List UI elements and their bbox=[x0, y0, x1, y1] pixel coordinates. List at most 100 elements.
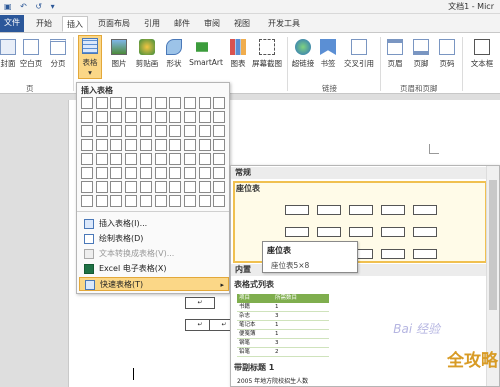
table-grid-cell[interactable] bbox=[95, 167, 108, 179]
blank-page-button[interactable]: 空白页 bbox=[18, 37, 44, 69]
table-grid-cell[interactable] bbox=[198, 139, 211, 151]
table-grid-cell[interactable] bbox=[81, 153, 93, 165]
table-grid-cell[interactable] bbox=[154, 111, 167, 123]
table-grid-cell[interactable] bbox=[169, 125, 182, 137]
table-grid-cell[interactable] bbox=[125, 167, 138, 179]
tab-home[interactable]: 开始 bbox=[32, 16, 56, 32]
shapes-button[interactable]: 形状 bbox=[163, 37, 185, 69]
table-grid-cell[interactable] bbox=[198, 153, 211, 165]
table-grid-cell[interactable] bbox=[213, 111, 226, 123]
menu-item-excel-sheet[interactable]: Excel 电子表格(X) bbox=[79, 262, 229, 276]
table-grid-cell[interactable] bbox=[183, 97, 196, 109]
table-grid-cell[interactable] bbox=[125, 153, 138, 165]
table-grid-cell[interactable] bbox=[110, 167, 123, 179]
table-grid-cell[interactable] bbox=[213, 139, 226, 151]
table-grid-cell[interactable] bbox=[110, 195, 123, 207]
table-grid-cell[interactable] bbox=[139, 125, 152, 137]
table-grid-cell[interactable] bbox=[81, 125, 93, 137]
table-grid-cell[interactable] bbox=[81, 97, 93, 109]
table-grid-cell[interactable] bbox=[154, 153, 167, 165]
table-grid-cell[interactable] bbox=[213, 97, 226, 109]
table-grid-cell[interactable] bbox=[213, 153, 226, 165]
tab-insert[interactable]: 插入 bbox=[62, 16, 88, 32]
tab-page-layout[interactable]: 页面布局 bbox=[94, 16, 134, 32]
table-grid-cell[interactable] bbox=[110, 125, 123, 137]
table-grid-cell[interactable] bbox=[139, 97, 152, 109]
table-grid-cell[interactable] bbox=[81, 181, 93, 193]
table-grid-cell[interactable] bbox=[183, 181, 196, 193]
table-grid-cell[interactable] bbox=[95, 181, 108, 193]
table-grid-cell[interactable] bbox=[198, 195, 211, 207]
table-grid-cell[interactable] bbox=[154, 167, 167, 179]
table-grid-cell[interactable] bbox=[81, 195, 93, 207]
tab-review[interactable]: 审阅 bbox=[200, 16, 224, 32]
table-grid-cell[interactable] bbox=[198, 97, 211, 109]
table-grid-cell[interactable] bbox=[95, 125, 108, 137]
table-grid-cell[interactable] bbox=[110, 111, 123, 123]
table-grid-cell[interactable] bbox=[169, 139, 182, 151]
hyperlink-button[interactable]: 超链接 bbox=[290, 37, 316, 69]
footer-button[interactable]: 页脚 bbox=[410, 37, 432, 69]
gallery-item-tabular-list[interactable]: 项目 所需数目 书籍 1 杂志 3 笔记本 1 便笺簿 1 钢笔 3 铅笔 2 bbox=[237, 294, 329, 357]
menu-item-quick-tables[interactable]: 快速表格(T) ▸ bbox=[79, 277, 229, 291]
quick-access-toolbar[interactable]: ▣ ↶ ↺ ▾ bbox=[4, 2, 58, 11]
tab-view[interactable]: 视图 bbox=[230, 16, 254, 32]
table-grid-cell[interactable] bbox=[81, 167, 93, 179]
clip-art-button[interactable]: 剪贴画 bbox=[133, 37, 161, 69]
table-grid-cell[interactable] bbox=[213, 125, 226, 137]
table-grid-cell[interactable] bbox=[125, 139, 138, 151]
tab-developer[interactable]: 开发工具 bbox=[264, 16, 304, 32]
table-grid-cell[interactable] bbox=[81, 139, 93, 151]
table-grid-cell[interactable] bbox=[169, 167, 182, 179]
table-grid-cell[interactable] bbox=[125, 97, 138, 109]
table-grid-cell[interactable] bbox=[95, 111, 108, 123]
table-grid-cell[interactable] bbox=[213, 181, 226, 193]
tab-file[interactable]: 文件 bbox=[0, 15, 24, 32]
table-grid-cell[interactable] bbox=[95, 139, 108, 151]
table-grid-cell[interactable] bbox=[169, 111, 182, 123]
table-grid-cell[interactable] bbox=[81, 111, 93, 123]
table-grid-cell[interactable] bbox=[183, 125, 196, 137]
table-grid-cell[interactable] bbox=[213, 195, 226, 207]
table-grid-cell[interactable] bbox=[183, 153, 196, 165]
menu-item-draw-table[interactable]: 绘制表格(D) bbox=[79, 232, 229, 246]
menu-item-insert-table[interactable]: 插入表格(I)... bbox=[79, 217, 229, 231]
text-box-button[interactable]: 文本框 bbox=[466, 37, 498, 69]
table-grid-cell[interactable] bbox=[139, 167, 152, 179]
table-grid-cell[interactable] bbox=[139, 153, 152, 165]
table-grid-cell[interactable] bbox=[125, 181, 138, 193]
table-grid-cell[interactable] bbox=[154, 125, 167, 137]
table-grid-cell[interactable] bbox=[169, 97, 182, 109]
table-grid-cell[interactable] bbox=[125, 111, 138, 123]
table-grid-cell[interactable] bbox=[154, 139, 167, 151]
header-button[interactable]: 页眉 bbox=[384, 37, 406, 69]
table-grid-cell[interactable] bbox=[183, 167, 196, 179]
table-cell[interactable]: ↵ bbox=[185, 297, 215, 309]
screenshot-button[interactable]: 屏幕截图 bbox=[250, 37, 284, 69]
table-grid-cell[interactable] bbox=[154, 195, 167, 207]
table-grid-cell[interactable] bbox=[139, 111, 152, 123]
tab-mailings[interactable]: 邮件 bbox=[170, 16, 194, 32]
table-grid-cell[interactable] bbox=[139, 181, 152, 193]
table-grid-cell[interactable] bbox=[183, 111, 196, 123]
table-grid-cell[interactable] bbox=[110, 139, 123, 151]
table-grid-cell[interactable] bbox=[154, 181, 167, 193]
bookmark-button[interactable]: 书签 bbox=[318, 37, 338, 69]
table-grid-cell[interactable] bbox=[95, 195, 108, 207]
page-break-button[interactable]: 分页 bbox=[47, 37, 69, 69]
table-grid-cell[interactable] bbox=[154, 97, 167, 109]
cross-reference-button[interactable]: 交叉引用 bbox=[341, 37, 377, 69]
table-button[interactable]: 表格 ▾ bbox=[78, 35, 102, 79]
page-number-button[interactable]: 页码 bbox=[436, 37, 458, 69]
cover-page-button[interactable]: 封面 bbox=[0, 37, 16, 69]
table-grid-cell[interactable] bbox=[125, 125, 138, 137]
table-grid-cell[interactable] bbox=[169, 195, 182, 207]
smartart-button[interactable]: SmartArt bbox=[187, 37, 225, 67]
scrollbar-thumb[interactable] bbox=[489, 180, 497, 310]
table-grid-cell[interactable] bbox=[95, 97, 108, 109]
table-grid-cell[interactable] bbox=[110, 153, 123, 165]
table-grid-cell[interactable] bbox=[125, 195, 138, 207]
table-grid-cell[interactable] bbox=[95, 153, 108, 165]
table-grid-cell[interactable] bbox=[169, 153, 182, 165]
table-grid-cell[interactable] bbox=[198, 181, 211, 193]
